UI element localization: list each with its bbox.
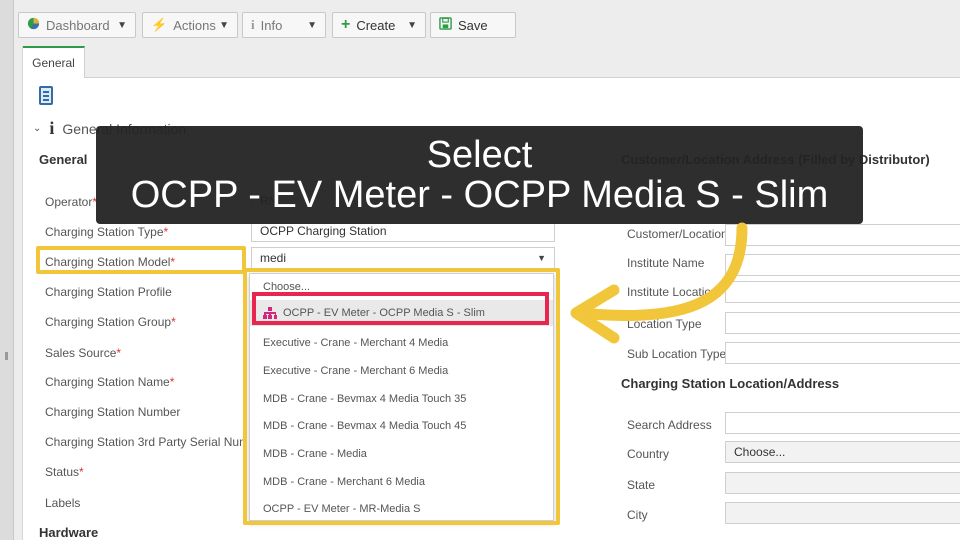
label-state: State bbox=[627, 478, 656, 492]
collapse-handle[interactable] bbox=[5, 352, 8, 360]
required-mark: * bbox=[79, 465, 84, 479]
group-title-charging-station-location: Charging Station Location/Address bbox=[621, 376, 840, 391]
country-select[interactable]: Choose... bbox=[725, 441, 960, 463]
label-sales-source: Sales Source* bbox=[45, 346, 121, 360]
sub-location-type-field[interactable] bbox=[725, 342, 960, 364]
actions-button[interactable]: ⚡ Actions ▼ bbox=[142, 12, 238, 38]
label-institute-name: Institute Name bbox=[627, 256, 705, 270]
institute-name-field[interactable] bbox=[725, 254, 960, 276]
label-text: Charging Station Name bbox=[45, 375, 170, 389]
station-type-value: OCPP Charging Station bbox=[260, 224, 387, 238]
lightning-icon: ⚡ bbox=[151, 17, 168, 32]
save-button[interactable]: Save bbox=[430, 12, 516, 38]
actions-label: Actions bbox=[173, 17, 216, 33]
floppy-disk-icon bbox=[439, 17, 452, 33]
charging-station-model-input[interactable]: medi ▼ bbox=[251, 247, 555, 269]
label-labels: Labels bbox=[45, 496, 81, 510]
group-title-general: General bbox=[39, 152, 88, 167]
banner-line-2: OCPP - EV Meter - OCPP Media S - Slim bbox=[130, 174, 829, 216]
label-search-address: Search Address bbox=[627, 418, 712, 432]
create-button[interactable]: + Create ▼ bbox=[332, 12, 426, 38]
label-institute-location: Institute Location bbox=[627, 285, 718, 299]
info-icon: i bbox=[49, 118, 55, 138]
label-sub-location-type: Sub Location Type bbox=[627, 347, 727, 361]
label-operator: Operator* bbox=[45, 195, 97, 209]
info-icon: i bbox=[251, 17, 255, 32]
tab-bar: General bbox=[23, 46, 960, 78]
label-status: Status* bbox=[45, 465, 84, 479]
dashboard-button[interactable]: Dashboard ▼ bbox=[18, 12, 136, 38]
chevron-down-icon: ▼ bbox=[537, 253, 546, 263]
chevron-down-icon: ▼ bbox=[307, 19, 317, 31]
label-charging-station-type: Charging Station Type* bbox=[45, 225, 168, 239]
label-location-type: Location Type bbox=[627, 317, 702, 331]
label-text: Sales Source bbox=[45, 346, 117, 360]
tab-general[interactable]: General bbox=[23, 46, 85, 78]
label-country: Country bbox=[627, 447, 670, 461]
search-address-field[interactable] bbox=[725, 412, 960, 434]
label-text: Operator bbox=[45, 195, 93, 209]
toolbar: Dashboard ▼ ⚡ Actions ▼ i Info ▼ + Creat… bbox=[14, 0, 960, 46]
highlight-box-selected-option bbox=[252, 292, 549, 325]
left-collapse-strip[interactable] bbox=[0, 0, 14, 540]
dashboard-label: Dashboard bbox=[46, 17, 110, 33]
required-mark: * bbox=[171, 315, 176, 329]
label-customer-location: Customer/Location bbox=[627, 227, 728, 241]
group-title-hardware: Hardware bbox=[39, 525, 99, 540]
label-city: City bbox=[627, 508, 648, 522]
banner-line-1: Select bbox=[426, 134, 533, 176]
chevron-down-icon: ⌄ bbox=[33, 123, 42, 134]
label-charging-station-group: Charging Station Group* bbox=[45, 315, 176, 329]
label-text: Charging Station Type bbox=[45, 225, 164, 239]
save-label: Save bbox=[458, 17, 488, 33]
model-search-text: medi bbox=[260, 251, 287, 265]
info-label: Info bbox=[260, 17, 283, 33]
chevron-down-icon: ▼ bbox=[219, 19, 229, 31]
tab-general-label: General bbox=[32, 56, 75, 70]
plus-icon: + bbox=[341, 16, 351, 33]
instruction-banner: Select OCPP - EV Meter - OCPP Media S - … bbox=[96, 126, 863, 224]
customer-location-field[interactable] bbox=[725, 224, 960, 246]
document-icon bbox=[39, 86, 53, 105]
location-type-field[interactable] bbox=[725, 312, 960, 334]
country-value: Choose... bbox=[734, 445, 786, 459]
label-charging-station-number: Charging Station Number bbox=[45, 405, 181, 419]
institute-location-field[interactable] bbox=[725, 281, 960, 303]
required-mark: * bbox=[116, 346, 122, 360]
pie-chart-icon bbox=[27, 17, 40, 33]
city-field[interactable] bbox=[725, 502, 960, 524]
label-charging-station-profile: Charging Station Profile bbox=[45, 285, 172, 299]
label-charging-station-name: Charging Station Name* bbox=[45, 375, 174, 389]
info-button[interactable]: i Info ▼ bbox=[242, 12, 326, 38]
create-label: Create bbox=[356, 17, 396, 33]
highlight-box-model-label bbox=[36, 246, 246, 274]
chevron-down-icon: ▼ bbox=[407, 19, 417, 31]
label-third-party-serial: Charging Station 3rd Party Serial Numbe bbox=[45, 435, 245, 449]
required-mark: * bbox=[169, 375, 175, 389]
state-field[interactable] bbox=[725, 472, 960, 494]
label-text: Status bbox=[45, 465, 80, 479]
label-text: Charging Station Group bbox=[45, 315, 172, 329]
required-mark: * bbox=[163, 225, 169, 239]
chevron-down-icon: ▼ bbox=[117, 19, 127, 31]
